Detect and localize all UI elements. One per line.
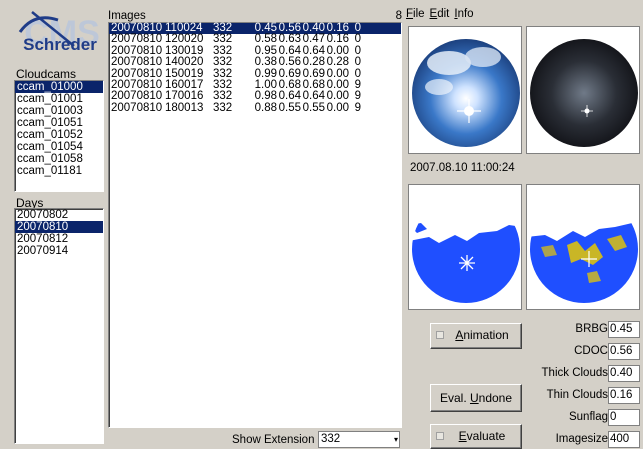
stat-value-field[interactable]: 0.40 xyxy=(608,365,640,382)
stat-value-field[interactable]: 0.16 xyxy=(608,387,640,404)
eval-undone-label: Eval. Undone xyxy=(439,391,513,405)
stat-value-field[interactable]: 0 xyxy=(608,409,640,426)
image-cell: 0.00 xyxy=(326,101,349,114)
image-cell: 0.55 xyxy=(278,101,301,114)
image-cell: 0.28 xyxy=(302,56,325,69)
image-cell: 0.38 xyxy=(254,56,277,69)
stat-value-field[interactable]: 0.45 xyxy=(608,321,640,338)
stat-label: Thin Clouds xyxy=(546,389,608,401)
menu-item[interactable]: File xyxy=(406,8,425,20)
images-header: Images 8 xyxy=(108,10,402,22)
stat-value-field[interactable]: 400 xyxy=(608,431,640,448)
cloudcam-item[interactable]: ccam_01058 xyxy=(15,153,103,165)
cloudcam-item[interactable]: ccam_01051 xyxy=(15,117,103,129)
chevron-down-icon[interactable]: ▾ xyxy=(393,432,399,447)
logo-text: Schreder xyxy=(23,35,97,54)
image-cell: 332 xyxy=(213,101,233,114)
images-list[interactable]: 20070810 110024 332 0.45 0.56 0.40 0.16 0 200708… xyxy=(108,22,402,428)
image-cell: 20070810 xyxy=(111,101,163,114)
day-item[interactable]: 20070812 xyxy=(15,233,103,245)
sky-image-color xyxy=(408,26,522,154)
menu-bar: File Edit Info xyxy=(406,8,640,22)
stat-label: Sunflag xyxy=(568,411,608,423)
image-cell: 332 xyxy=(213,56,233,69)
animation-label: Animation xyxy=(455,328,509,342)
cloudcam-item[interactable]: ccam_01052 xyxy=(15,129,103,141)
day-item[interactable]: 20070802 xyxy=(15,209,103,221)
schreder-logo-icon: CMS Schreder xyxy=(14,6,104,58)
image-cell: 20070810 xyxy=(111,56,163,69)
images-count: 8 xyxy=(395,10,402,22)
image-cell: 9 xyxy=(354,101,361,114)
evaluate-button[interactable]: Evaluate xyxy=(430,424,522,449)
evaluate-label: Evaluate xyxy=(458,429,506,443)
eval-undone-button[interactable]: Eval. Undone xyxy=(430,384,522,412)
image-row[interactable]: 20070810 140020 332 0.38 0.56 0.28 0.28 0 xyxy=(109,56,401,69)
image-cell: 0.55 xyxy=(302,101,325,114)
cloudcam-item[interactable]: ccam_01000 xyxy=(15,81,103,93)
thin-cloud-mask-image xyxy=(526,184,640,310)
show-extension-label: Show Extension xyxy=(232,434,315,446)
image-cell: 0.88 xyxy=(254,101,277,114)
image-cell: 180013 xyxy=(165,101,204,114)
image-cell: 0.28 xyxy=(326,56,349,69)
extension-select[interactable]: 332 ▾ xyxy=(318,431,400,448)
cloudcams-label: Cloudcams xyxy=(16,67,77,81)
image-cell: 0.56 xyxy=(278,56,301,69)
day-item[interactable]: 20070914 xyxy=(15,245,103,257)
sky-image-dark xyxy=(526,26,640,154)
image-cell: 0 xyxy=(354,56,361,69)
images-header-label: Images xyxy=(108,10,146,22)
stat-value-field[interactable]: 0.56 xyxy=(608,343,640,360)
stat-label: BRBG xyxy=(575,323,608,335)
menu-item[interactable]: Info xyxy=(454,8,473,20)
cloudcam-item[interactable]: ccam_01054 xyxy=(15,141,103,153)
menu-item[interactable]: Edit xyxy=(430,8,450,20)
sky-camera-icon xyxy=(412,39,520,147)
cloudcam-item[interactable]: ccam_01181 xyxy=(15,165,103,177)
extension-value: 332 xyxy=(321,433,341,445)
evaluate-checkbox[interactable] xyxy=(436,432,444,440)
cloudcam-item[interactable]: ccam_01003 xyxy=(15,105,103,117)
stat-label: Thick Clouds xyxy=(541,367,608,379)
image-cell: 140020 xyxy=(165,56,204,69)
image-timestamp: 2007.08.10 11:00:24 xyxy=(410,162,515,174)
days-list[interactable]: 20070802 20070810 20070812 20070914 xyxy=(14,208,104,444)
stat-label: Imagesize xyxy=(555,433,608,445)
image-row[interactable]: 20070810 180013 332 0.88 0.55 0.55 0.00 9 xyxy=(109,101,401,114)
cloudcam-item[interactable]: ccam_01001 xyxy=(15,93,103,105)
cloudcams-list[interactable]: ccam_01000 ccam_01001 ccam_01003 ccam_01051… xyxy=(14,80,104,192)
stat-label: CDOC xyxy=(574,345,608,357)
animation-checkbox[interactable] xyxy=(436,331,444,339)
day-item[interactable]: 20070810 xyxy=(15,221,103,233)
cloud-mask-image xyxy=(408,184,522,310)
animation-button[interactable]: Animation xyxy=(430,323,522,349)
